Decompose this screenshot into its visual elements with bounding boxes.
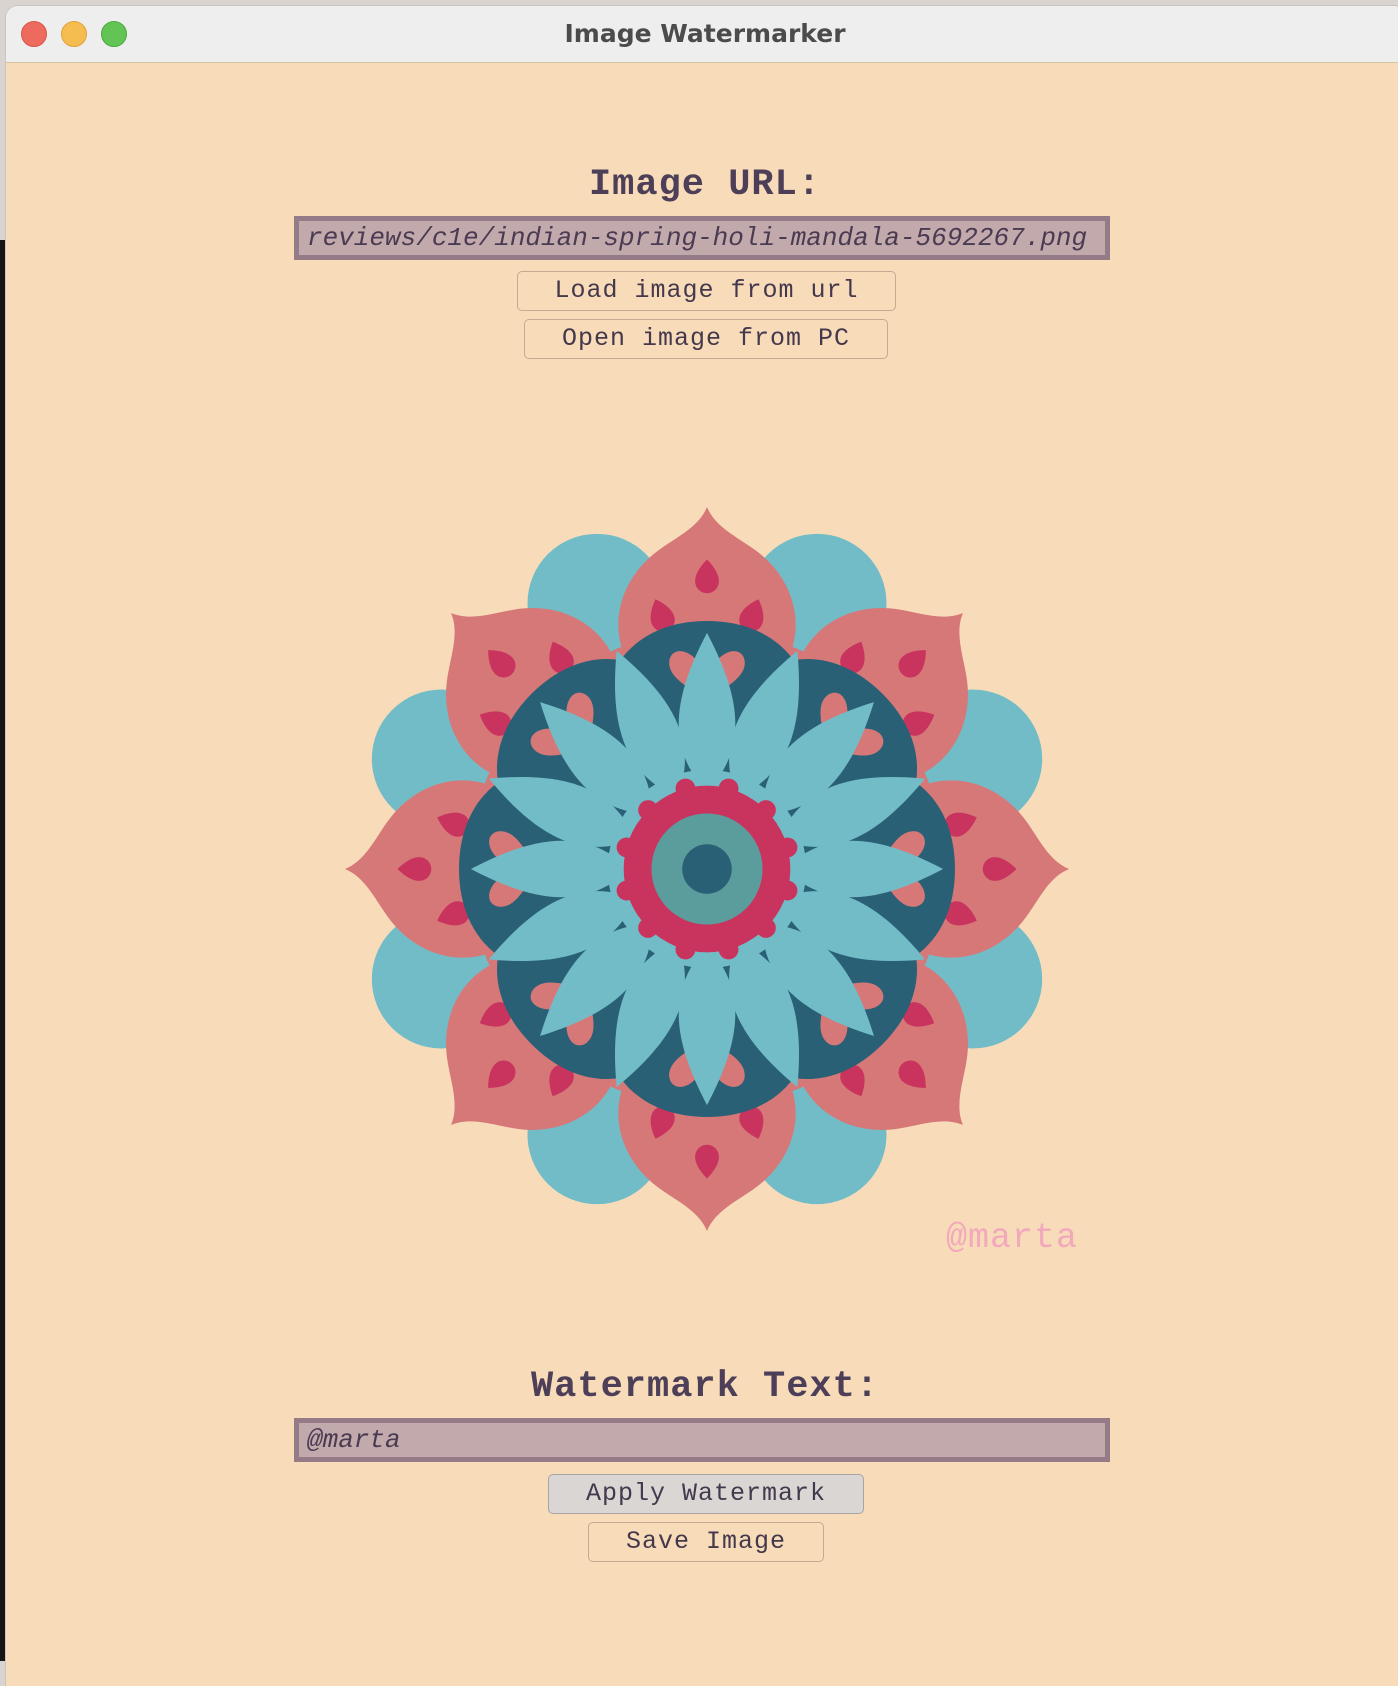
watermark-overlay-text: @marta	[946, 1218, 1079, 1258]
app-window: Image Watermarker Image URL: reviews/c1e…	[6, 6, 1398, 1686]
save-image-button[interactable]: Save Image	[588, 1522, 824, 1562]
title-bar: Image Watermarker	[6, 6, 1398, 63]
load-image-url-button[interactable]: Load image from url	[517, 271, 896, 311]
watermark-text-field[interactable]: @marta	[294, 1418, 1110, 1462]
image-url-label: Image URL:	[588, 164, 822, 206]
mandala-center	[616, 778, 798, 960]
watermark-text-label: Watermark Text:	[530, 1366, 880, 1408]
open-image-pc-button[interactable]: Open image from PC	[524, 319, 888, 359]
image-url-field[interactable]: reviews/c1e/indian-spring-holi-mandala-5…	[294, 216, 1110, 260]
apply-watermark-button[interactable]: Apply Watermark	[548, 1474, 864, 1514]
window-title: Image Watermarker	[564, 19, 846, 48]
mandala-image	[344, 506, 1070, 1232]
